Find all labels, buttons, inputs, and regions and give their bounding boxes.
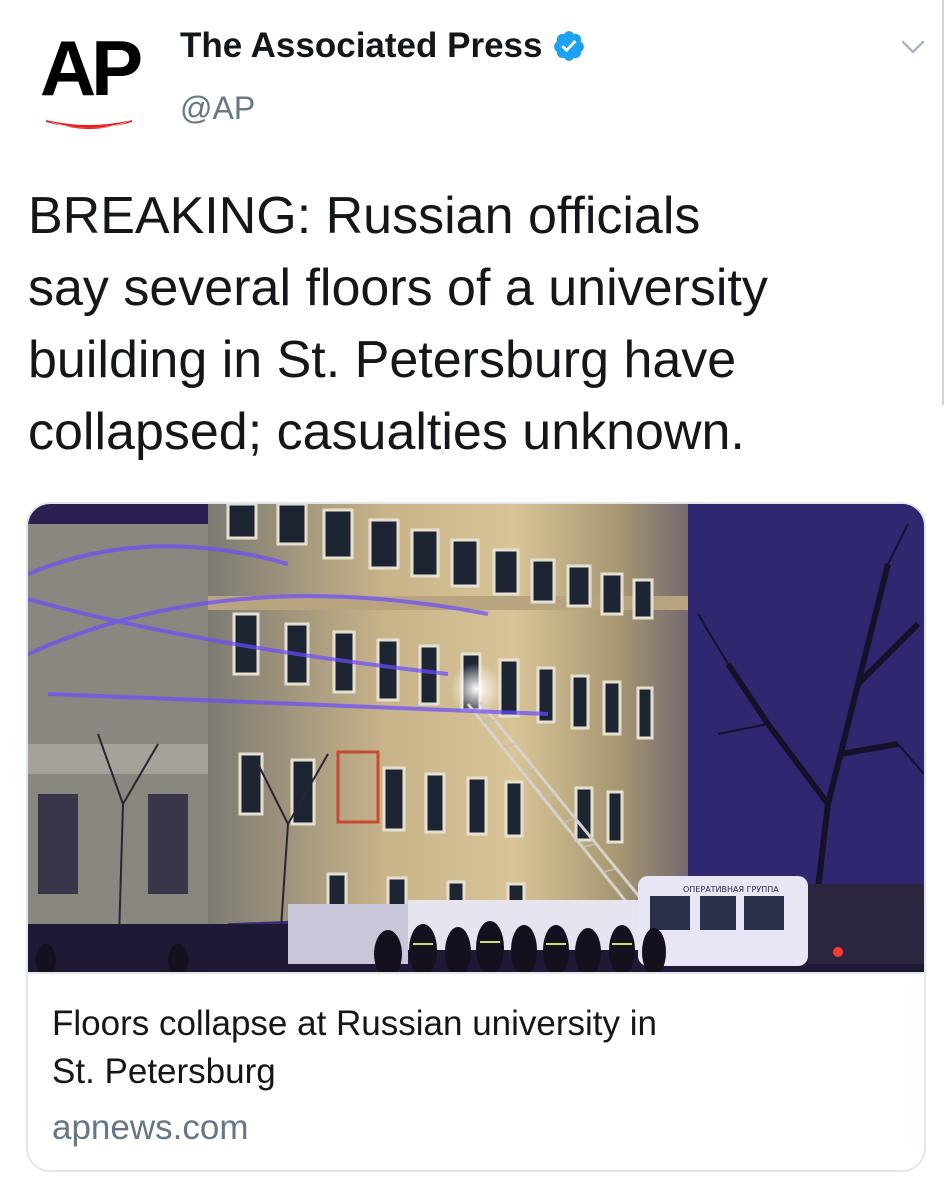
- chevron-down-icon[interactable]: [900, 36, 926, 58]
- link-card[interactable]: ОПЕРАТИВНАЯ ГРУППА Floors collapse at Ru…: [26, 502, 926, 1172]
- account-handle[interactable]: @AP: [180, 88, 255, 128]
- tweet-text: BREAKING: Russian officials say several …: [28, 187, 768, 461]
- van-sign-text: ОПЕРАТИВНАЯ ГРУППА: [683, 885, 779, 894]
- card-domain[interactable]: apnews.com: [52, 1106, 248, 1150]
- article-image[interactable]: ОПЕРАТИВНАЯ ГРУППА: [28, 504, 924, 972]
- card-divider: [28, 972, 924, 974]
- ap-logo-avatar[interactable]: AP: [34, 28, 144, 140]
- scrollbar[interactable]: [942, 0, 944, 405]
- ap-logo-swoosh-icon: [46, 120, 132, 129]
- account-name-row[interactable]: The Associated Press: [180, 24, 586, 68]
- card-title[interactable]: Floors collapse at Russian university in…: [52, 1000, 852, 1096]
- account-name[interactable]: The Associated Press: [180, 24, 542, 68]
- verified-badge-icon: [554, 31, 585, 61]
